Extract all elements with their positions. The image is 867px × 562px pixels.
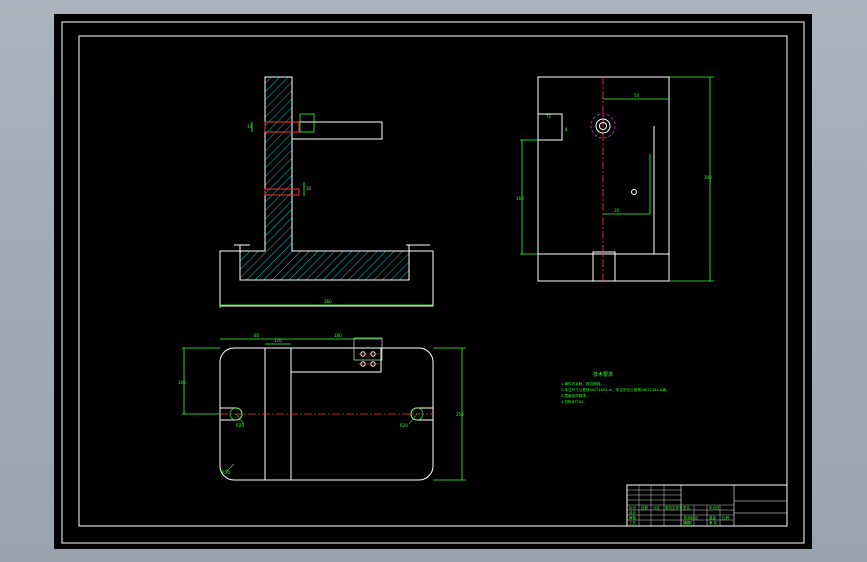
tb-cell-8: 工艺	[629, 520, 637, 525]
plan-dim-right-text: 250	[456, 412, 464, 417]
tb-cell-10: 阶段标记	[684, 515, 698, 520]
cad-viewport[interactable]: 360 10 10 50 300 160 16 72 4 80 120 180 …	[54, 14, 812, 549]
side-dim-top-text: 50	[634, 93, 640, 98]
side-dim-inner-text: 16	[614, 208, 620, 213]
tb-cell-12: 比例	[722, 515, 730, 520]
side-view: 50 300 160 16 72 4	[516, 76, 714, 282]
tb-cell-5: 年月日	[709, 505, 720, 510]
front-dim-small-1-text: 10	[247, 124, 253, 129]
tb-cell-13: 共 张	[684, 520, 693, 525]
title-block: 标记 处数 分区 更改文件号 签名 年月日 设计 审核 工艺 批准 阶段标记 重…	[626, 484, 788, 527]
plan-bolt-pattern	[353, 337, 383, 367]
side-inner-step	[537, 99, 655, 254]
plan-dim-top-3-text: 180	[334, 333, 342, 338]
side-dim-small-text: 4	[565, 127, 568, 132]
technical-notes: 技术要求 1.铸件去毛刺，锐边倒钝。 2.未注尺寸公差按GB/T1804-m，未…	[561, 371, 670, 404]
side-slot	[592, 251, 616, 282]
notes-line-2: 2.未注尺寸公差按GB/T1804-m，未注形位公差按GB/T1184-K级。	[561, 387, 670, 392]
tb-cell-7: 审核	[629, 515, 637, 520]
side-dim-height-right-text: 300	[704, 175, 712, 180]
side-dim-inner	[603, 154, 651, 215]
side-dim-height-left-text: 160	[516, 196, 524, 201]
side-small-hole	[631, 189, 637, 195]
front-view: 360 10 10	[219, 76, 434, 308]
plan-dim-top-2-text: 120	[274, 338, 282, 343]
notes-line-3: 3.表面涂防锈漆。	[561, 393, 590, 398]
tb-cell-0: 标记	[629, 505, 637, 510]
tb-cell-2: 分区	[653, 505, 661, 510]
front-section-hatch	[239, 76, 410, 281]
drawing-canvas: 360 10 10 50 300 160 16 72 4 80 120 180 …	[61, 21, 805, 544]
plan-r-corner-text: R30	[222, 470, 230, 475]
plan-dim-top-1-text: 80	[254, 333, 260, 338]
plan-r-left-text: R20	[236, 423, 244, 428]
notes-line-4: 4.材料HT200。	[561, 399, 587, 404]
side-body	[537, 76, 670, 282]
notes-title: 技术要求	[593, 371, 613, 378]
tb-cell-11: 重量	[709, 515, 717, 520]
front-arm-nut	[299, 113, 315, 133]
tb-cell-3: 更改文件号	[665, 505, 683, 510]
plan-view: 80 120 180 100 250 R20 R20 R30	[178, 333, 466, 481]
tb-cell-6: 设计	[629, 510, 637, 515]
tb-cell-14: 第 张	[709, 520, 718, 525]
tb-cell-4: 签名	[683, 505, 690, 510]
tb-cell-1: 处数	[641, 505, 649, 510]
side-dim-top-right-text: 72	[546, 114, 552, 119]
notes-line-1: 1.铸件去毛刺，锐边倒钝。	[561, 381, 604, 386]
plan-r-right-text: R20	[400, 423, 408, 428]
front-dim-width-text: 360	[324, 299, 332, 304]
front-dim-small-2-text: 10	[306, 186, 312, 191]
plan-dim-left-text: 100	[178, 380, 186, 385]
front-arm	[291, 121, 383, 140]
plan-leader-right	[408, 413, 418, 425]
